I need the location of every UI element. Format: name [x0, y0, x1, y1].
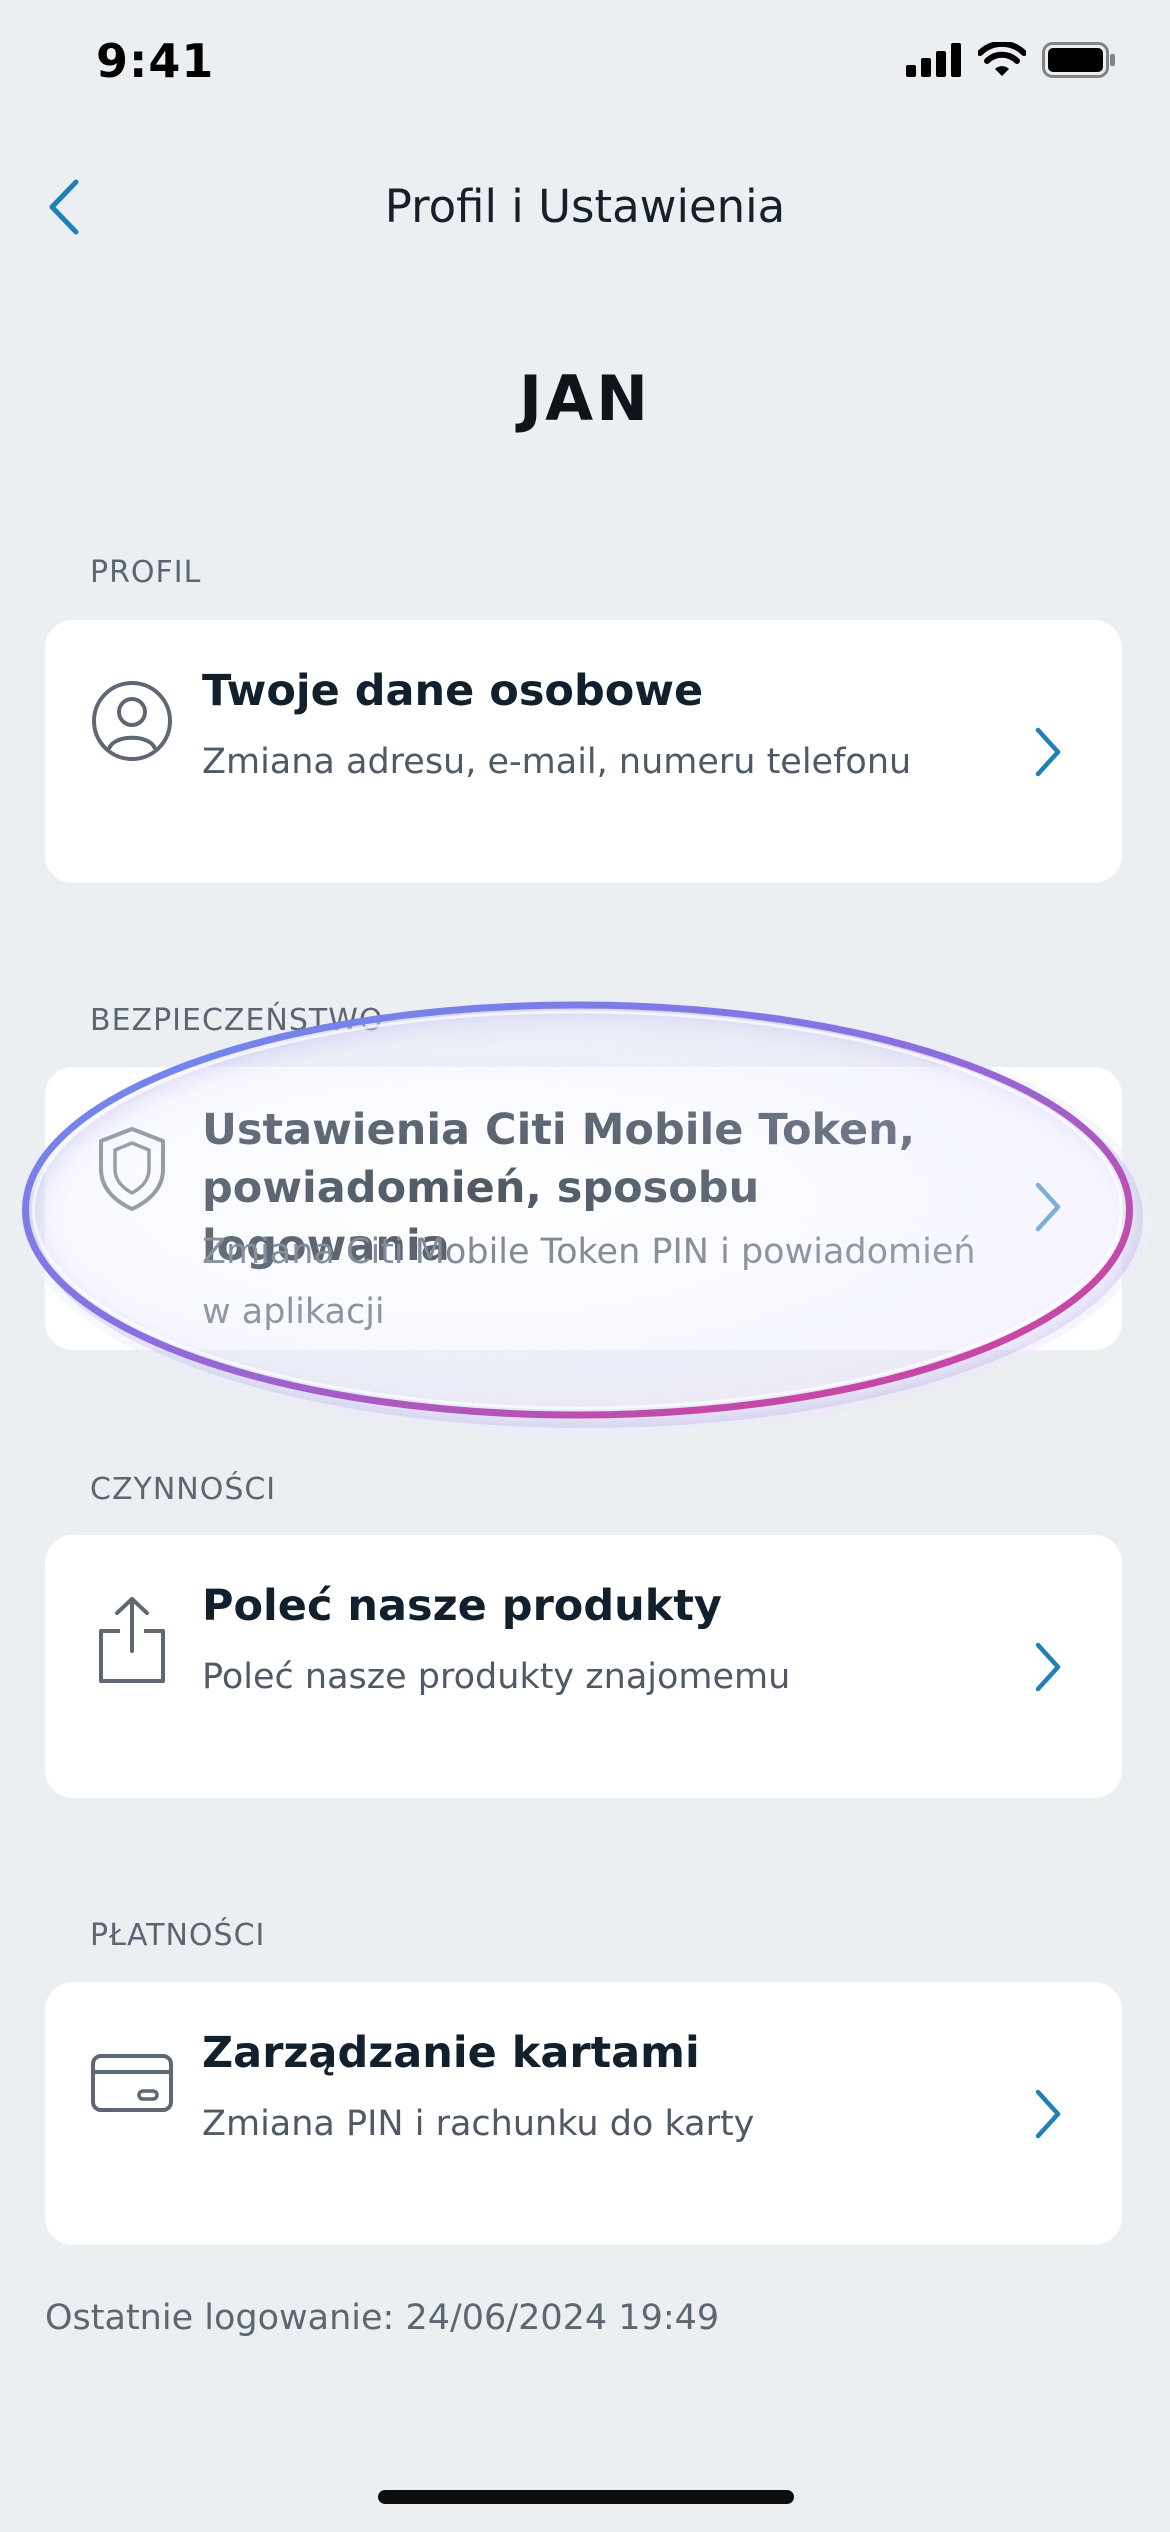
section-label-security: BEZPIECZEŃSTWO [90, 1003, 384, 1038]
signal-icon [906, 43, 961, 77]
card-subtitle: Poleć nasze produkty znajomemu [202, 1657, 791, 1697]
status-time: 9:41 [96, 34, 215, 88]
card-title: Twoje dane osobowe [202, 666, 704, 716]
card-subtitle: Zmiana PIN i rachunku do karty [202, 2104, 755, 2144]
card-subtitle: Zmiana Citi Mobile Token PIN i powiadomi… [202, 1222, 982, 1342]
card-subtitle-line-1: Zmiana Citi Mobile Token PIN i powiadomi… [202, 1232, 976, 1272]
nav-bar: Profil i Ustawienia [0, 150, 1170, 260]
card-title: Zarządzanie kartami [202, 2028, 700, 2078]
shield-icon [99, 1127, 165, 1211]
credit-card-icon [91, 2054, 173, 2112]
share-icon [99, 1597, 165, 1683]
chevron-right-icon [1035, 1642, 1061, 1692]
card-title-line-1: Ustawienia Citi Mobile Token, [202, 1105, 916, 1155]
section-label-actions: CZYNNOŚCI [90, 1472, 277, 1507]
section-label-profil: PROFIL [90, 555, 202, 590]
user-circle-icon [92, 681, 172, 761]
last-login-text: Ostatnie logowanie: 24/06/2024 19:49 [45, 2298, 720, 2338]
chevron-right-icon [1035, 727, 1061, 777]
status-icons [906, 42, 1116, 78]
page-title: Profil i Ustawienia [384, 180, 786, 233]
chevron-right-icon [1035, 2089, 1061, 2139]
card-subtitle-line-2: w aplikacji [202, 1292, 385, 1332]
home-indicator[interactable] [378, 2490, 794, 2504]
section-label-payments: PŁATNOŚCI [90, 1918, 266, 1953]
card-subtitle: Zmiana adresu, e-mail, numeru telefonu [202, 742, 912, 782]
user-name: JAN [519, 362, 651, 435]
card-manage-cards[interactable]: Zarządzanie kartami Zmiana PIN i rachunk… [45, 1982, 1122, 2245]
chevron-right-icon [1035, 1182, 1061, 1232]
card-personal-data[interactable]: Twoje dane osobowe Zmiana adresu, e-mail… [45, 620, 1122, 883]
wifi-icon [978, 42, 1026, 76]
card-security-settings[interactable]: Ustawienia Citi Mobile Token, powiadomie… [45, 1067, 1122, 1350]
card-title: Poleć nasze produkty [202, 1581, 722, 1631]
card-recommend[interactable]: Poleć nasze produkty Poleć nasze produkt… [45, 1535, 1122, 1798]
status-bar: 9:41 [0, 0, 1170, 130]
battery-icon [1042, 42, 1115, 78]
